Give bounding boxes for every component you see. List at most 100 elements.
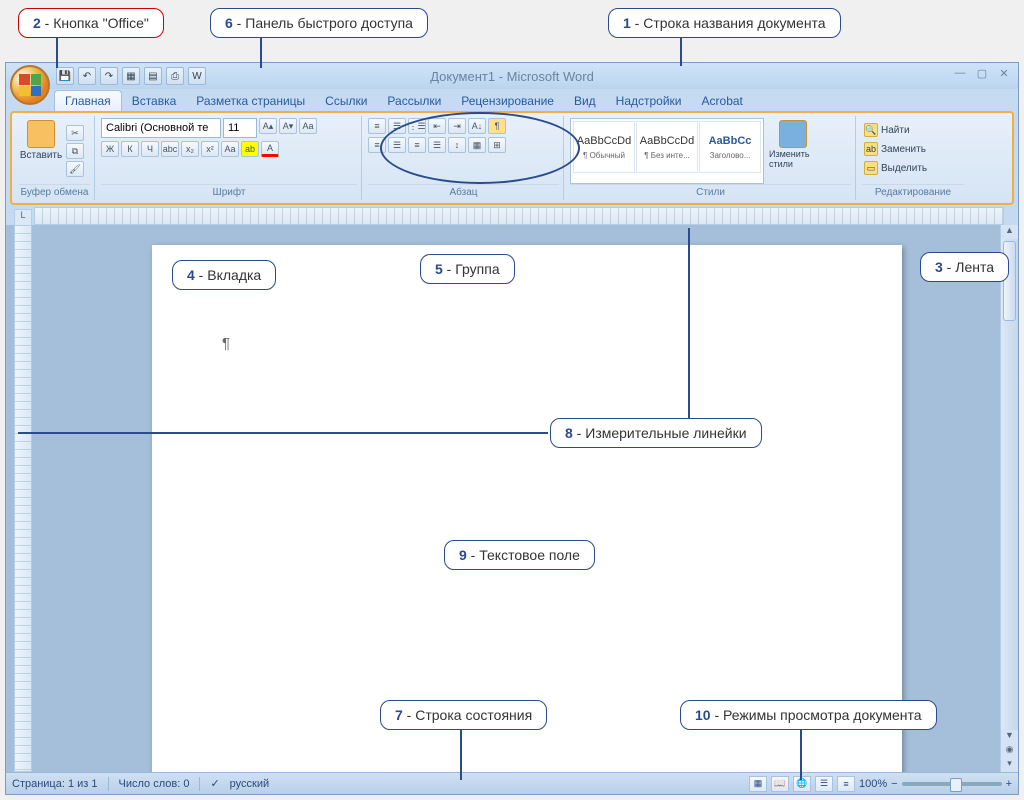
tab-acrobat[interactable]: Acrobat xyxy=(692,91,753,111)
style-normal[interactable]: AaBbCcDd¶ Обычный xyxy=(573,121,635,173)
bullets-icon[interactable]: ≡ xyxy=(368,118,386,134)
paste-button[interactable]: Вставить xyxy=(19,118,63,184)
clear-format-icon[interactable]: Aa xyxy=(299,118,317,134)
find-icon: 🔍 xyxy=(864,123,878,137)
group-label-clipboard: Буфер обмена xyxy=(19,184,90,198)
align-right-icon[interactable]: ≡ xyxy=(408,137,426,153)
group-label-paragraph: Абзац xyxy=(368,184,559,198)
zoom-in-icon[interactable]: + xyxy=(1006,778,1012,790)
change-case-icon[interactable]: Aa xyxy=(221,141,239,157)
callout-3: 3 - Лента xyxy=(920,252,1009,282)
qat-btn-5[interactable]: ▤ xyxy=(144,67,162,85)
numbering-icon[interactable]: ☰ xyxy=(388,118,406,134)
shading-icon[interactable]: ▦ xyxy=(468,137,486,153)
callout-7: 7 - Строка состояния xyxy=(380,700,547,730)
vertical-ruler[interactable] xyxy=(14,225,32,772)
view-print-layout-icon[interactable]: ▦ xyxy=(749,776,767,792)
window-controls: — ▢ ✕ xyxy=(952,67,1012,81)
tab-addins[interactable]: Надстройки xyxy=(606,91,692,111)
show-hide-icon[interactable]: ¶ xyxy=(488,118,506,134)
align-center-icon[interactable]: ☰ xyxy=(388,137,406,153)
quick-access-toolbar: 💾 ↶ ↷ ▦ ▤ ⎙ W xyxy=(56,67,206,85)
maximize-icon[interactable]: ▢ xyxy=(974,67,990,81)
borders-icon[interactable]: ⊞ xyxy=(488,137,506,153)
status-bar: Страница: 1 из 1 Число слов: 0 ✓ русский… xyxy=(6,772,1018,794)
minimize-icon[interactable]: — xyxy=(952,67,968,81)
proofing-icon[interactable]: ✓ xyxy=(210,777,219,790)
bold-button[interactable]: Ж xyxy=(101,141,119,157)
select-icon: ▭ xyxy=(864,161,878,175)
callout-5: 5 - Группа xyxy=(420,254,515,284)
shrink-font-icon[interactable]: A▾ xyxy=(279,118,297,134)
scroll-up-icon[interactable]: ▲ xyxy=(1001,225,1018,239)
paste-label: Вставить xyxy=(20,150,62,161)
view-web-icon[interactable]: 🌐 xyxy=(793,776,811,792)
grow-font-icon[interactable]: A▴ xyxy=(259,118,277,134)
tab-review[interactable]: Рецензирование xyxy=(451,91,564,111)
zoom-slider[interactable] xyxy=(902,782,1002,786)
font-name-select[interactable] xyxy=(101,118,221,138)
view-draft-icon[interactable]: ≡ xyxy=(837,776,855,792)
tab-references[interactable]: Ссылки xyxy=(315,91,377,111)
italic-button[interactable]: К xyxy=(121,141,139,157)
prev-page-icon[interactable]: ◉ xyxy=(1001,744,1018,758)
undo-icon[interactable]: ↶ xyxy=(78,67,96,85)
find-button[interactable]: 🔍Найти xyxy=(862,122,964,138)
page-scroll-area[interactable]: ¶ xyxy=(32,225,1000,772)
sort-icon[interactable]: A↓ xyxy=(468,118,486,134)
line-spacing-icon[interactable]: ↕ xyxy=(448,137,466,153)
align-left-icon[interactable]: ≡ xyxy=(368,137,386,153)
callout-2: 2 - Кнопка "Office" xyxy=(18,8,164,38)
document-area: ¶ ▲ ▼ ◉ ▾ xyxy=(6,225,1018,772)
style-nospacing[interactable]: AaBbCcDd¶ Без инте... xyxy=(636,121,698,173)
tab-mailings[interactable]: Рассылки xyxy=(377,91,451,111)
format-painter-icon[interactable]: 🖌 xyxy=(66,161,84,177)
change-styles-button[interactable]: Изменить стили xyxy=(767,118,819,184)
qat-btn-7[interactable]: W xyxy=(188,67,206,85)
status-page[interactable]: Страница: 1 из 1 xyxy=(12,778,98,790)
indent-dec-icon[interactable]: ⇤ xyxy=(428,118,446,134)
subscript-icon[interactable]: x₂ xyxy=(181,141,199,157)
style-gallery[interactable]: AaBbCcDd¶ Обычный AaBbCcDd¶ Без инте... … xyxy=(570,118,764,184)
status-language[interactable]: русский xyxy=(230,778,269,790)
qat-btn-4[interactable]: ▦ xyxy=(122,67,140,85)
callout-10: 10 - Режимы просмотра документа xyxy=(680,700,937,730)
indent-inc-icon[interactable]: ⇥ xyxy=(448,118,466,134)
tab-insert[interactable]: Вставка xyxy=(122,91,187,111)
strike-icon[interactable]: abc xyxy=(161,141,179,157)
document-page[interactable]: ¶ xyxy=(152,245,902,772)
redo-icon[interactable]: ↷ xyxy=(100,67,118,85)
multilevel-icon[interactable]: ⋮☰ xyxy=(408,118,426,134)
view-reading-icon[interactable]: 📖 xyxy=(771,776,789,792)
horizontal-ruler[interactable] xyxy=(34,207,1004,225)
qat-btn-6[interactable]: ⎙ xyxy=(166,67,184,85)
tab-home[interactable]: Главная xyxy=(54,90,122,111)
select-button[interactable]: ▭Выделить xyxy=(862,160,964,176)
tab-layout[interactable]: Разметка страницы xyxy=(186,91,315,111)
tab-view[interactable]: Вид xyxy=(564,91,606,111)
superscript-icon[interactable]: x² xyxy=(201,141,219,157)
status-words[interactable]: Число слов: 0 xyxy=(119,778,190,790)
office-button[interactable] xyxy=(10,65,50,105)
underline-button[interactable]: Ч xyxy=(141,141,159,157)
callout-6: 6 - Панель быстрого доступа xyxy=(210,8,428,38)
highlight-icon[interactable]: ab xyxy=(241,141,259,157)
font-size-select[interactable] xyxy=(223,118,257,138)
vertical-scrollbar[interactable]: ▲ ▼ ◉ ▾ xyxy=(1000,225,1018,772)
justify-icon[interactable]: ☰ xyxy=(428,137,446,153)
next-page-icon[interactable]: ▾ xyxy=(1001,758,1018,772)
change-styles-icon xyxy=(779,120,807,148)
zoom-level[interactable]: 100% xyxy=(859,778,887,790)
view-outline-icon[interactable]: ☰ xyxy=(815,776,833,792)
zoom-out-icon[interactable]: − xyxy=(891,778,897,790)
style-heading[interactable]: AaBbCcЗаголово... xyxy=(699,121,761,173)
scroll-down-icon[interactable]: ▼ xyxy=(1001,730,1018,744)
close-icon[interactable]: ✕ xyxy=(996,67,1012,81)
group-label-editing: Редактирование xyxy=(862,184,964,198)
replace-button[interactable]: abЗаменить xyxy=(862,141,964,157)
save-icon[interactable]: 💾 xyxy=(56,67,74,85)
copy-icon[interactable]: ⧉ xyxy=(66,143,84,159)
cut-icon[interactable]: ✂ xyxy=(66,125,84,141)
font-color-icon[interactable]: A xyxy=(261,141,279,157)
replace-icon: ab xyxy=(864,142,878,156)
